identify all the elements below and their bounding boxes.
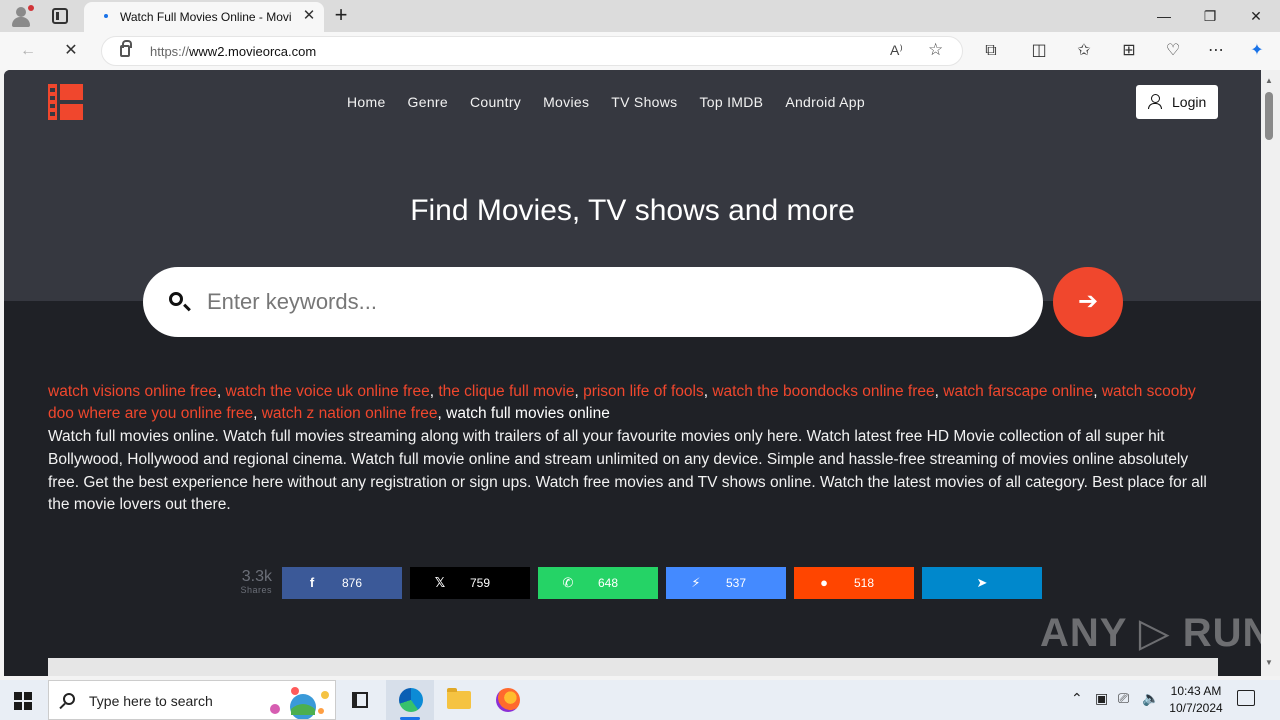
messenger-share-button[interactable]: ⚡ 537: [666, 567, 786, 599]
content-strip: [48, 658, 1218, 676]
taskbar-clock[interactable]: 10:43 AM 10/7/2024: [1160, 683, 1232, 717]
browser-tab[interactable]: Watch Full Movies Online - Movi ✕: [84, 2, 324, 32]
taskbar-file-explorer[interactable]: [435, 680, 483, 720]
telegram-share-button[interactable]: ➤: [922, 567, 1042, 599]
browser-essentials-icon[interactable]: ♡: [1162, 40, 1184, 62]
anyrun-watermark: ANY ▷ RUN: [1040, 611, 1261, 655]
nav-country[interactable]: Country: [470, 94, 521, 110]
folder-icon: [447, 688, 471, 709]
minimize-button[interactable]: —: [1141, 0, 1187, 32]
site-description: Watch full movies online. Watch full mov…: [48, 428, 1207, 514]
messenger-icon: ⚡: [691, 575, 701, 590]
windows-taskbar: Type here to search ⌃ ▣ ⎚ 🔈 10:43 AM 10/…: [0, 680, 1280, 720]
reddit-icon: ●: [820, 575, 828, 590]
tag-link[interactable]: watch farscape online: [943, 383, 1093, 400]
x-icon: 𝕏: [434, 575, 446, 590]
facebook-share-button[interactable]: f 876: [282, 567, 402, 599]
tag-link[interactable]: prison life of fools: [583, 383, 704, 400]
share-count: 537: [725, 576, 747, 590]
nav-top-imdb[interactable]: Top IMDB: [699, 94, 763, 110]
scroll-thumb[interactable]: [1265, 92, 1273, 140]
search-highlight-icon: [270, 687, 329, 719]
taskbar-firefox[interactable]: [484, 680, 532, 720]
tag-link[interactable]: watch z nation online free: [262, 405, 438, 422]
split-screen-icon[interactable]: ◫: [1028, 40, 1050, 62]
favicon-icon: [104, 14, 108, 18]
tray-device-icon[interactable]: ▣: [1095, 690, 1108, 707]
share-count: 759: [469, 576, 491, 590]
telegram-icon: ➤: [976, 575, 988, 590]
url-text[interactable]: https://www2.movieorca.com: [150, 44, 316, 59]
share-total: 3.3k Shares: [240, 568, 272, 596]
reddit-share-button[interactable]: ● 518: [794, 567, 914, 599]
site-logo[interactable]: [48, 84, 83, 120]
close-window-button[interactable]: ✕: [1233, 0, 1279, 32]
x-share-button[interactable]: 𝕏 759: [410, 567, 530, 599]
restore-button[interactable]: ❐: [1187, 0, 1233, 32]
profile-icon[interactable]: [8, 4, 34, 28]
collections-icon[interactable]: ⊞: [1118, 40, 1140, 62]
network-icon[interactable]: ⎚: [1118, 690, 1129, 707]
main-nav: Home Genre Country Movies TV Shows Top IMDB An…: [347, 94, 887, 114]
tag-link[interactable]: watch visions online free: [48, 383, 217, 400]
search-input[interactable]: [207, 285, 1007, 319]
browser-tab-strip: Watch Full Movies Online - Movi ✕ + — ❐ …: [0, 0, 1280, 32]
share-count: 876: [341, 576, 363, 590]
notification-icon[interactable]: [1237, 690, 1255, 706]
search-icon: [169, 292, 183, 306]
tag-link[interactable]: the clique full movie: [438, 383, 574, 400]
stop-loading-icon[interactable]: ✕: [60, 40, 82, 62]
facebook-icon: f: [309, 575, 315, 590]
whatsapp-share-button[interactable]: ✆ 648: [538, 567, 658, 599]
share-count: 518: [853, 576, 875, 590]
tag-links: watch visions online free, watch the voi…: [48, 383, 1196, 422]
task-view-button[interactable]: [336, 680, 384, 720]
copilot-icon[interactable]: ✦: [1246, 40, 1268, 62]
extensions-icon[interactable]: ⧉: [980, 40, 1002, 62]
share-count: 648: [597, 576, 619, 590]
nav-genre[interactable]: Genre: [408, 94, 448, 110]
nav-home[interactable]: Home: [347, 94, 386, 110]
search-submit-button[interactable]: ➔: [1053, 267, 1123, 337]
tag-plain: watch full movies online: [446, 405, 610, 422]
favorite-star-icon[interactable]: ☆: [928, 40, 943, 60]
taskbar-edge[interactable]: [386, 680, 434, 720]
address-bar[interactable]: https://www2.movieorca.com A⁾ ☆: [101, 36, 963, 66]
taskbar-search[interactable]: Type here to search: [48, 680, 336, 720]
tab-close-button[interactable]: ✕: [300, 7, 318, 25]
tab-title: Watch Full Movies Online - Movi: [120, 10, 292, 24]
user-icon: [1148, 94, 1162, 109]
favorites-icon[interactable]: ✩: [1073, 40, 1095, 62]
read-aloud-icon[interactable]: A⁾: [890, 42, 903, 59]
task-view-icon: [352, 692, 368, 708]
tray-chevron-icon[interactable]: ⌃: [1071, 690, 1083, 707]
edge-icon: [399, 688, 423, 712]
firefox-icon: [496, 688, 520, 712]
tag-link[interactable]: watch the boondocks online free: [712, 383, 934, 400]
nav-tv-shows[interactable]: TV Shows: [611, 94, 677, 110]
search-icon: [63, 693, 75, 705]
windows-start-icon[interactable]: [14, 692, 32, 710]
hero-headline: Find Movies, TV shows and more: [410, 194, 855, 227]
more-menu-icon[interactable]: ⋯: [1205, 40, 1227, 62]
volume-icon[interactable]: 🔈: [1142, 690, 1159, 707]
tab-actions-icon[interactable]: [52, 8, 68, 24]
nav-movies[interactable]: Movies: [543, 94, 589, 110]
browser-toolbar: ← ✕ https://www2.movieorca.com A⁾ ☆ ⧉ ◫ …: [0, 32, 1280, 70]
scroll-up-icon[interactable]: ▲: [1265, 76, 1273, 85]
new-tab-button[interactable]: +: [331, 4, 351, 26]
taskbar-search-placeholder: Type here to search: [89, 693, 213, 709]
page-viewport: Home Genre Country Movies TV Shows Top IMDB An…: [4, 70, 1261, 676]
lock-icon[interactable]: [120, 40, 132, 57]
login-button[interactable]: Login: [1136, 85, 1218, 119]
login-label: Login: [1172, 94, 1207, 110]
nav-android-app[interactable]: Android App: [785, 94, 865, 110]
whatsapp-icon: ✆: [562, 575, 574, 590]
back-arrow-icon[interactable]: ←: [17, 40, 39, 62]
scroll-down-icon[interactable]: ▼: [1265, 658, 1273, 667]
search-bar: [143, 267, 1043, 337]
page-scrollbar[interactable]: ▲ ▼: [1261, 70, 1280, 676]
tag-link[interactable]: watch the voice uk online free: [226, 383, 430, 400]
